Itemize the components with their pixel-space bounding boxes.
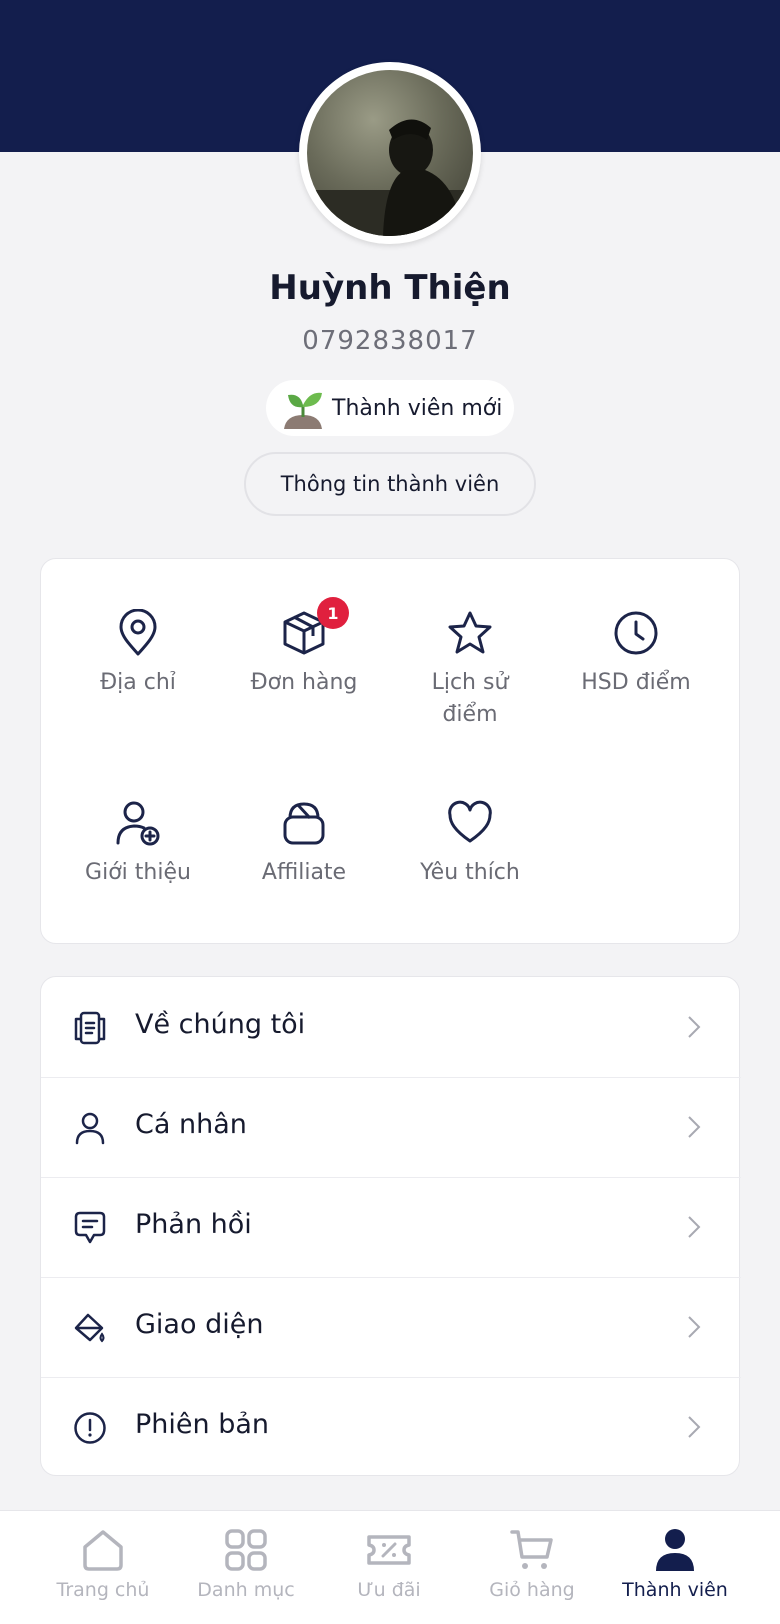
location-pin-icon (119, 609, 157, 656)
menu-item-personal[interactable]: Cá nhân (41, 1077, 741, 1177)
menu-item-label: Giao diện (135, 1309, 264, 1340)
menu-item-label: Cá nhân (135, 1109, 247, 1140)
store-info-icon (74, 1011, 106, 1045)
avatar[interactable] (299, 62, 481, 244)
menu-item-label: Phiên bản (135, 1409, 269, 1440)
menu-item-appearance[interactable]: Giao diện (41, 1277, 741, 1377)
nav-label: Trang chủ (56, 1579, 150, 1601)
menu-item-about-us[interactable]: Về chúng tôi (41, 977, 741, 1077)
menu-item-label: Về chúng tôi (135, 1009, 306, 1040)
chevron-right-icon (688, 1216, 701, 1238)
bag-icon (283, 802, 325, 845)
nav-label: Danh mục (197, 1579, 295, 1601)
menu-item-label: Phản hồi (135, 1209, 252, 1240)
nav-categories[interactable]: Danh mục (171, 1527, 321, 1601)
nav-cart[interactable]: Giỏ hàng (457, 1527, 607, 1601)
chevron-right-icon (688, 1116, 701, 1138)
silhouette-image (307, 119, 473, 236)
member-rank-badge: Thành viên mới (266, 380, 514, 436)
shortcut-label: Giới thiệu (85, 860, 191, 885)
add-user-icon (116, 801, 160, 846)
shortcut-orders[interactable]: 1 Đơn hàng (221, 597, 387, 699)
info-alert-icon (74, 1412, 106, 1444)
order-count-badge: 1 (317, 597, 349, 629)
shortcut-address[interactable]: Địa chỉ (55, 609, 221, 699)
shortcut-card: Địa chỉ 1 Đơn hàng Lịch sử điểm HSD điểm… (40, 558, 740, 944)
shortcut-referral[interactable]: Giới thiệu (55, 799, 221, 889)
nav-offers[interactable]: Ưu đãi (314, 1527, 464, 1601)
shortcut-label: Affiliate (261, 860, 347, 885)
shortcut-favorites[interactable]: Yêu thích (387, 799, 553, 889)
menu-item-feedback[interactable]: Phản hồi (41, 1177, 741, 1277)
voucher-icon (367, 1535, 411, 1565)
menu-item-version[interactable]: Phiên bản (41, 1377, 741, 1477)
member-icon (656, 1529, 694, 1571)
member-info-button[interactable]: Thông tin thành viên (244, 452, 536, 516)
clock-icon (614, 611, 658, 655)
shortcut-points-expiry[interactable]: HSD điểm (553, 609, 719, 699)
shortcut-label: HSD điểm (581, 670, 691, 695)
avatar-photo (307, 70, 473, 236)
grid-icon (225, 1529, 267, 1571)
nav-label: Ưu đãi (357, 1579, 421, 1601)
nav-home[interactable]: Trang chủ (28, 1527, 178, 1601)
nav-member[interactable]: Thành viên (600, 1527, 750, 1601)
user-icon (75, 1112, 105, 1145)
star-icon (448, 611, 492, 654)
shortcut-label: Yêu thích (420, 860, 520, 885)
user-name: Huỳnh Thiện (269, 268, 511, 308)
member-rank-label: Thành viên mới (332, 395, 503, 421)
cart-icon (510, 1530, 553, 1569)
heart-icon (448, 800, 492, 843)
home-icon (83, 1530, 123, 1571)
shortcut-points-history[interactable]: Lịch sử điểm (387, 609, 553, 731)
shortcut-label: Địa chỉ (100, 670, 176, 695)
nav-label: Thành viên (622, 1579, 728, 1601)
bottom-navigation: Trang chủ Danh mục Ưu đãi Giỏ hàng Thành… (0, 1510, 780, 1624)
settings-menu: Về chúng tôi Cá nhân Phản hồi Giao diện (40, 976, 741, 1477)
chevron-right-icon (688, 1416, 701, 1438)
nav-label: Giỏ hàng (489, 1579, 575, 1601)
feedback-icon (74, 1211, 106, 1244)
shortcut-label: Đơn hàng (250, 670, 358, 695)
chevron-right-icon (688, 1016, 701, 1038)
shortcut-label: Lịch sử điểm (431, 670, 509, 727)
user-phone: 0792838017 (302, 326, 478, 356)
chevron-right-icon (688, 1316, 701, 1338)
sprout-icon (284, 392, 322, 429)
paint-bucket-icon (74, 1313, 105, 1343)
shortcut-affiliate[interactable]: Affiliate (221, 799, 387, 889)
